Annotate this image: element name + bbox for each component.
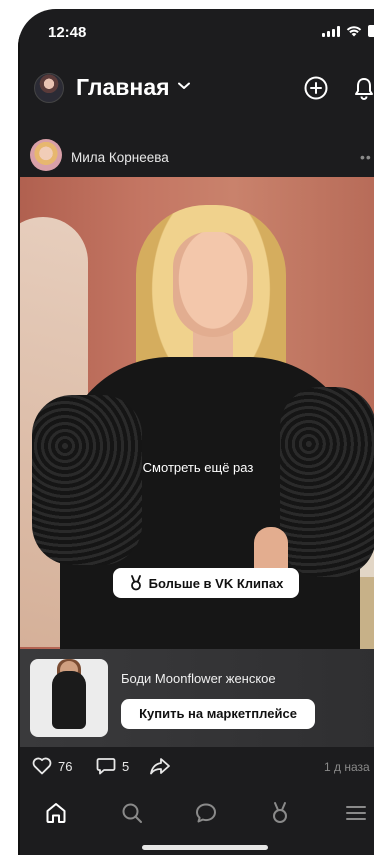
product-image-body xyxy=(52,671,86,729)
post-time: 1 д наза xyxy=(324,760,370,774)
vk-clips-button[interactable]: Больше в VK Клипах xyxy=(113,568,299,598)
tab-bar xyxy=(18,791,374,835)
like-count: 76 xyxy=(58,758,73,774)
share-icon xyxy=(150,758,170,775)
replay-link[interactable]: Смотреть ещё раз xyxy=(18,460,374,475)
buy-button[interactable]: Купить на маркетплейсе xyxy=(121,699,315,729)
heart-icon xyxy=(32,757,52,775)
header: Главная xyxy=(18,64,374,120)
app-screen: 12:48 Главная Мила Корнеева •• Больше в … xyxy=(18,9,374,855)
page-title[interactable]: Главная xyxy=(76,74,170,101)
signal-icon xyxy=(322,25,340,37)
wifi-icon xyxy=(346,26,362,37)
status-icons xyxy=(322,25,374,37)
battery-icon xyxy=(368,25,374,37)
person-sleeve-left xyxy=(32,395,142,565)
home-icon[interactable] xyxy=(44,801,68,825)
person-face xyxy=(173,232,253,337)
author-avatar[interactable] xyxy=(30,139,62,171)
more-options-icon[interactable]: •• xyxy=(360,149,372,165)
comment-count: 5 xyxy=(122,758,130,774)
status-bar: 12:48 xyxy=(18,9,374,55)
post-author-row: Мила Корнеева •• xyxy=(18,131,374,177)
comment-icon xyxy=(96,758,116,775)
home-indicator[interactable] xyxy=(142,845,268,850)
clips-icon[interactable] xyxy=(268,801,292,825)
status-time: 12:48 xyxy=(48,24,87,41)
person-sleeve-right xyxy=(280,387,374,577)
like-button[interactable]: 76 xyxy=(32,757,72,775)
author-name[interactable]: Мила Корнеева xyxy=(71,150,169,165)
clips-icon xyxy=(130,575,141,591)
add-icon[interactable] xyxy=(304,76,328,100)
product-title[interactable]: Боди Moonflower женское xyxy=(121,671,276,686)
video-player[interactable]: Больше в VK Клипах Смотреть ещё раз xyxy=(18,177,374,649)
product-card[interactable]: Боди Moonflower женское Купить на маркет… xyxy=(18,649,374,747)
share-button[interactable] xyxy=(150,757,170,775)
search-icon[interactable] xyxy=(120,801,144,825)
vk-clips-button-label: Больше в VK Клипах xyxy=(148,575,284,591)
menu-icon[interactable] xyxy=(344,801,368,825)
post-actions: 76 5 1 д наза xyxy=(18,747,374,787)
chevron-down-icon[interactable] xyxy=(178,82,190,90)
product-image[interactable] xyxy=(30,659,108,737)
bell-icon[interactable] xyxy=(352,76,374,100)
comment-button[interactable]: 5 xyxy=(96,757,129,775)
messages-icon[interactable] xyxy=(194,801,218,825)
profile-avatar[interactable] xyxy=(34,73,64,103)
